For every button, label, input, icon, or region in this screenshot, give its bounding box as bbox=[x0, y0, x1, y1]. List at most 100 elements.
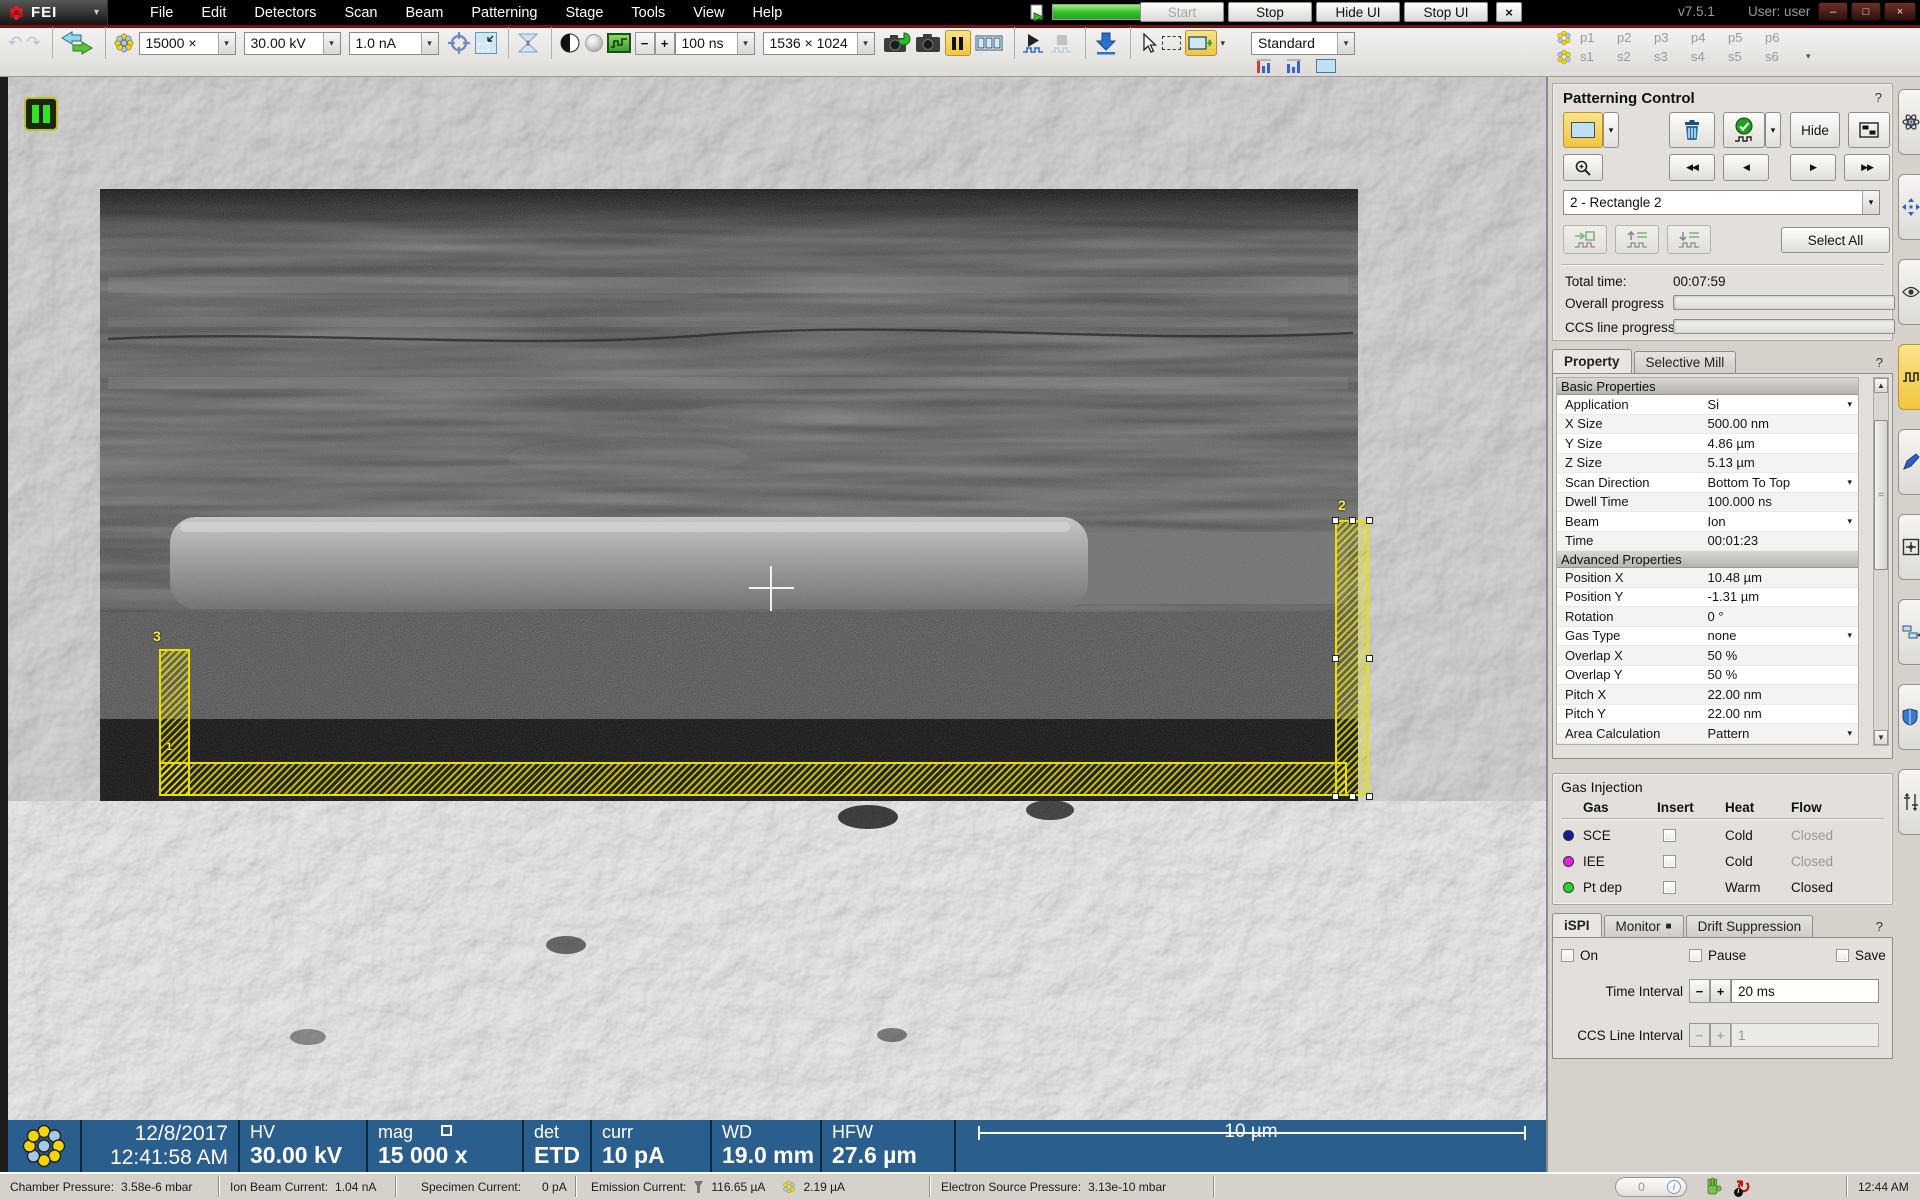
checkbox-icon[interactable] bbox=[1689, 949, 1702, 962]
property-row[interactable]: Pitch X22.00 nm bbox=[1557, 685, 1858, 705]
ccs-interval-decrease-button[interactable]: − bbox=[1689, 1023, 1710, 1047]
last-pattern-button[interactable]: ▶▶ bbox=[1844, 154, 1890, 181]
import-pattern-icon[interactable] bbox=[1093, 30, 1119, 56]
gas-insert-checkbox[interactable] bbox=[1663, 829, 1676, 842]
property-row[interactable]: Dwell Time100.000 ns bbox=[1557, 493, 1858, 513]
property-row[interactable]: Overlap Y50 % bbox=[1557, 666, 1858, 686]
dropdown-arrow-icon[interactable]: ▾ bbox=[1847, 516, 1852, 527]
dock-annotate-icon[interactable] bbox=[1898, 429, 1920, 495]
photo-camera-icon[interactable] bbox=[915, 30, 941, 56]
pattern-resize-handle[interactable] bbox=[1366, 517, 1373, 524]
property-row[interactable]: BeamIon▾ bbox=[1557, 512, 1858, 532]
help-icon[interactable]: ? bbox=[1875, 90, 1882, 105]
preset-s5[interactable]: s5 bbox=[1728, 49, 1765, 64]
dock-sequence-icon[interactable] bbox=[1898, 599, 1920, 665]
dock-stage-move-icon[interactable] bbox=[1898, 174, 1920, 240]
chevron-down-icon[interactable]: ▾ bbox=[218, 33, 235, 54]
preset-p2[interactable]: p2 bbox=[1617, 30, 1654, 45]
menu-beam[interactable]: Beam bbox=[392, 0, 458, 25]
pattern-rectangle-tool-icon[interactable] bbox=[1185, 30, 1217, 56]
pattern-type-button[interactable] bbox=[1563, 112, 1603, 148]
histogram-icon[interactable] bbox=[1286, 58, 1304, 74]
pattern-resize-handle[interactable] bbox=[1349, 793, 1356, 800]
previous-pattern-button[interactable]: ◀ bbox=[1723, 154, 1769, 181]
preset-p6[interactable]: p6 bbox=[1765, 30, 1802, 45]
time-interval-increase-button[interactable]: + bbox=[1710, 979, 1731, 1003]
menu-edit[interactable]: Edit bbox=[187, 0, 240, 25]
dock-patterning-icon[interactable] bbox=[1898, 344, 1920, 410]
tab-monitor[interactable]: Monitor■ bbox=[1604, 915, 1684, 937]
next-pattern-button[interactable]: ▶ bbox=[1790, 154, 1836, 181]
property-row[interactable]: Pitch Y22.00 nm bbox=[1557, 705, 1858, 725]
sem-image-viewport[interactable]: 3 1 2 bbox=[8, 77, 1546, 1172]
videoscope-icon[interactable] bbox=[1256, 58, 1274, 74]
lens-alignment-icon[interactable] bbox=[516, 30, 540, 56]
dwell-decrease-button[interactable]: − bbox=[635, 32, 655, 55]
accumulation-spinner[interactable]: 0 i bbox=[1615, 1177, 1687, 1197]
tab-selective-mill[interactable]: Selective Mill bbox=[1634, 351, 1737, 373]
property-row[interactable]: Area CalculationPattern▾ bbox=[1557, 724, 1858, 744]
dwell-time-select[interactable]: 100 ns ▾ bbox=[675, 32, 755, 55]
window-close-button[interactable]: × bbox=[1884, 2, 1916, 21]
gas-insert-checkbox[interactable] bbox=[1663, 855, 1676, 868]
time-interval-input[interactable]: 20 ms bbox=[1731, 979, 1879, 1003]
chevron-down-icon[interactable]: ▾ bbox=[323, 33, 340, 54]
zoom-to-pattern-button[interactable] bbox=[1563, 154, 1603, 181]
help-icon[interactable]: ? bbox=[1876, 919, 1883, 934]
property-row[interactable]: ApplicationSi▾ bbox=[1557, 395, 1858, 415]
milling-pattern-1[interactable] bbox=[159, 762, 1347, 796]
milling-pattern-2-selected[interactable] bbox=[1335, 520, 1369, 796]
pattern-resize-handle[interactable] bbox=[1366, 655, 1373, 662]
start-button[interactable]: Start bbox=[1140, 2, 1224, 22]
checkbox-icon[interactable] bbox=[1836, 949, 1849, 962]
ispi-save-checkbox[interactable]: Save bbox=[1836, 948, 1886, 963]
time-interval-decrease-button[interactable]: − bbox=[1689, 979, 1710, 1003]
move-pattern-up-button[interactable] bbox=[1615, 225, 1659, 254]
chevron-down-icon[interactable]: ▾ bbox=[1337, 33, 1354, 54]
scroll-up-icon[interactable]: ▲ bbox=[1874, 378, 1888, 393]
hide-patterns-button[interactable]: Hide bbox=[1790, 112, 1840, 148]
enable-pattern-button[interactable] bbox=[1723, 112, 1765, 148]
pattern-resize-handle[interactable] bbox=[1332, 655, 1339, 662]
delete-pattern-button[interactable] bbox=[1669, 112, 1715, 148]
preset-s3[interactable]: s3 bbox=[1654, 49, 1691, 64]
ion-column-icon[interactable] bbox=[113, 30, 135, 56]
ccs-interval-increase-button[interactable]: + bbox=[1710, 1023, 1731, 1047]
tab-property[interactable]: Property bbox=[1552, 349, 1632, 373]
dropdown-arrow-icon[interactable]: ▾ bbox=[1847, 728, 1852, 739]
property-row[interactable]: Position X10.48 µm bbox=[1557, 568, 1858, 588]
selection-rectangle-tool-icon[interactable] bbox=[1162, 30, 1181, 56]
run-script-icon[interactable] bbox=[1028, 4, 1046, 22]
fei-logo-menu[interactable]: FEI ▾ bbox=[0, 0, 108, 25]
dwell-increase-button[interactable]: + bbox=[655, 32, 675, 55]
brightness-icon[interactable] bbox=[585, 30, 603, 56]
enable-pattern-dropdown[interactable]: ▾ bbox=[1765, 112, 1781, 148]
menu-scan[interactable]: Scan bbox=[330, 0, 391, 25]
property-scrollbar[interactable]: ▲ = ▼ bbox=[1873, 377, 1889, 746]
menu-stage[interactable]: Stage bbox=[552, 0, 618, 25]
preset-s2[interactable]: s2 bbox=[1617, 49, 1654, 64]
serial-patterning-button[interactable] bbox=[1848, 112, 1890, 148]
hide-ui-button[interactable]: Hide UI bbox=[1316, 2, 1400, 22]
pattern-resize-handle[interactable] bbox=[1366, 793, 1373, 800]
property-row[interactable]: Scan DirectionBottom To Top▾ bbox=[1557, 473, 1858, 493]
select-all-button[interactable]: Select All bbox=[1781, 227, 1890, 253]
stop-ui-button[interactable]: Stop UI bbox=[1404, 2, 1488, 22]
filmstrip-icon[interactable] bbox=[975, 30, 1003, 56]
stop-button[interactable]: Stop bbox=[1228, 2, 1312, 22]
menu-patterning[interactable]: Patterning bbox=[457, 0, 551, 25]
preset-s6[interactable]: s6 bbox=[1765, 49, 1802, 64]
property-row[interactable]: Gas Typenone▾ bbox=[1557, 627, 1858, 647]
high-voltage-select[interactable]: 30.00 kV ▾ bbox=[244, 32, 341, 55]
property-row[interactable]: Position Y-1.31 µm bbox=[1557, 588, 1858, 608]
property-row[interactable]: Time00:01:23 bbox=[1557, 532, 1858, 552]
preset-s4[interactable]: s4 bbox=[1691, 49, 1728, 64]
image-display-icon[interactable] bbox=[1316, 59, 1336, 73]
move-pattern-to-position-button[interactable] bbox=[1563, 225, 1607, 254]
close-panel-button[interactable]: × bbox=[1496, 2, 1522, 22]
window-maximize-button[interactable]: □ bbox=[1851, 2, 1881, 21]
pattern-type-dropdown[interactable]: ▾ bbox=[1603, 112, 1619, 148]
contrast-icon[interactable] bbox=[559, 30, 581, 56]
auto-contrast-brightness-icon[interactable] bbox=[607, 30, 631, 56]
magnification-select[interactable]: 15000 × ▾ bbox=[139, 32, 236, 55]
